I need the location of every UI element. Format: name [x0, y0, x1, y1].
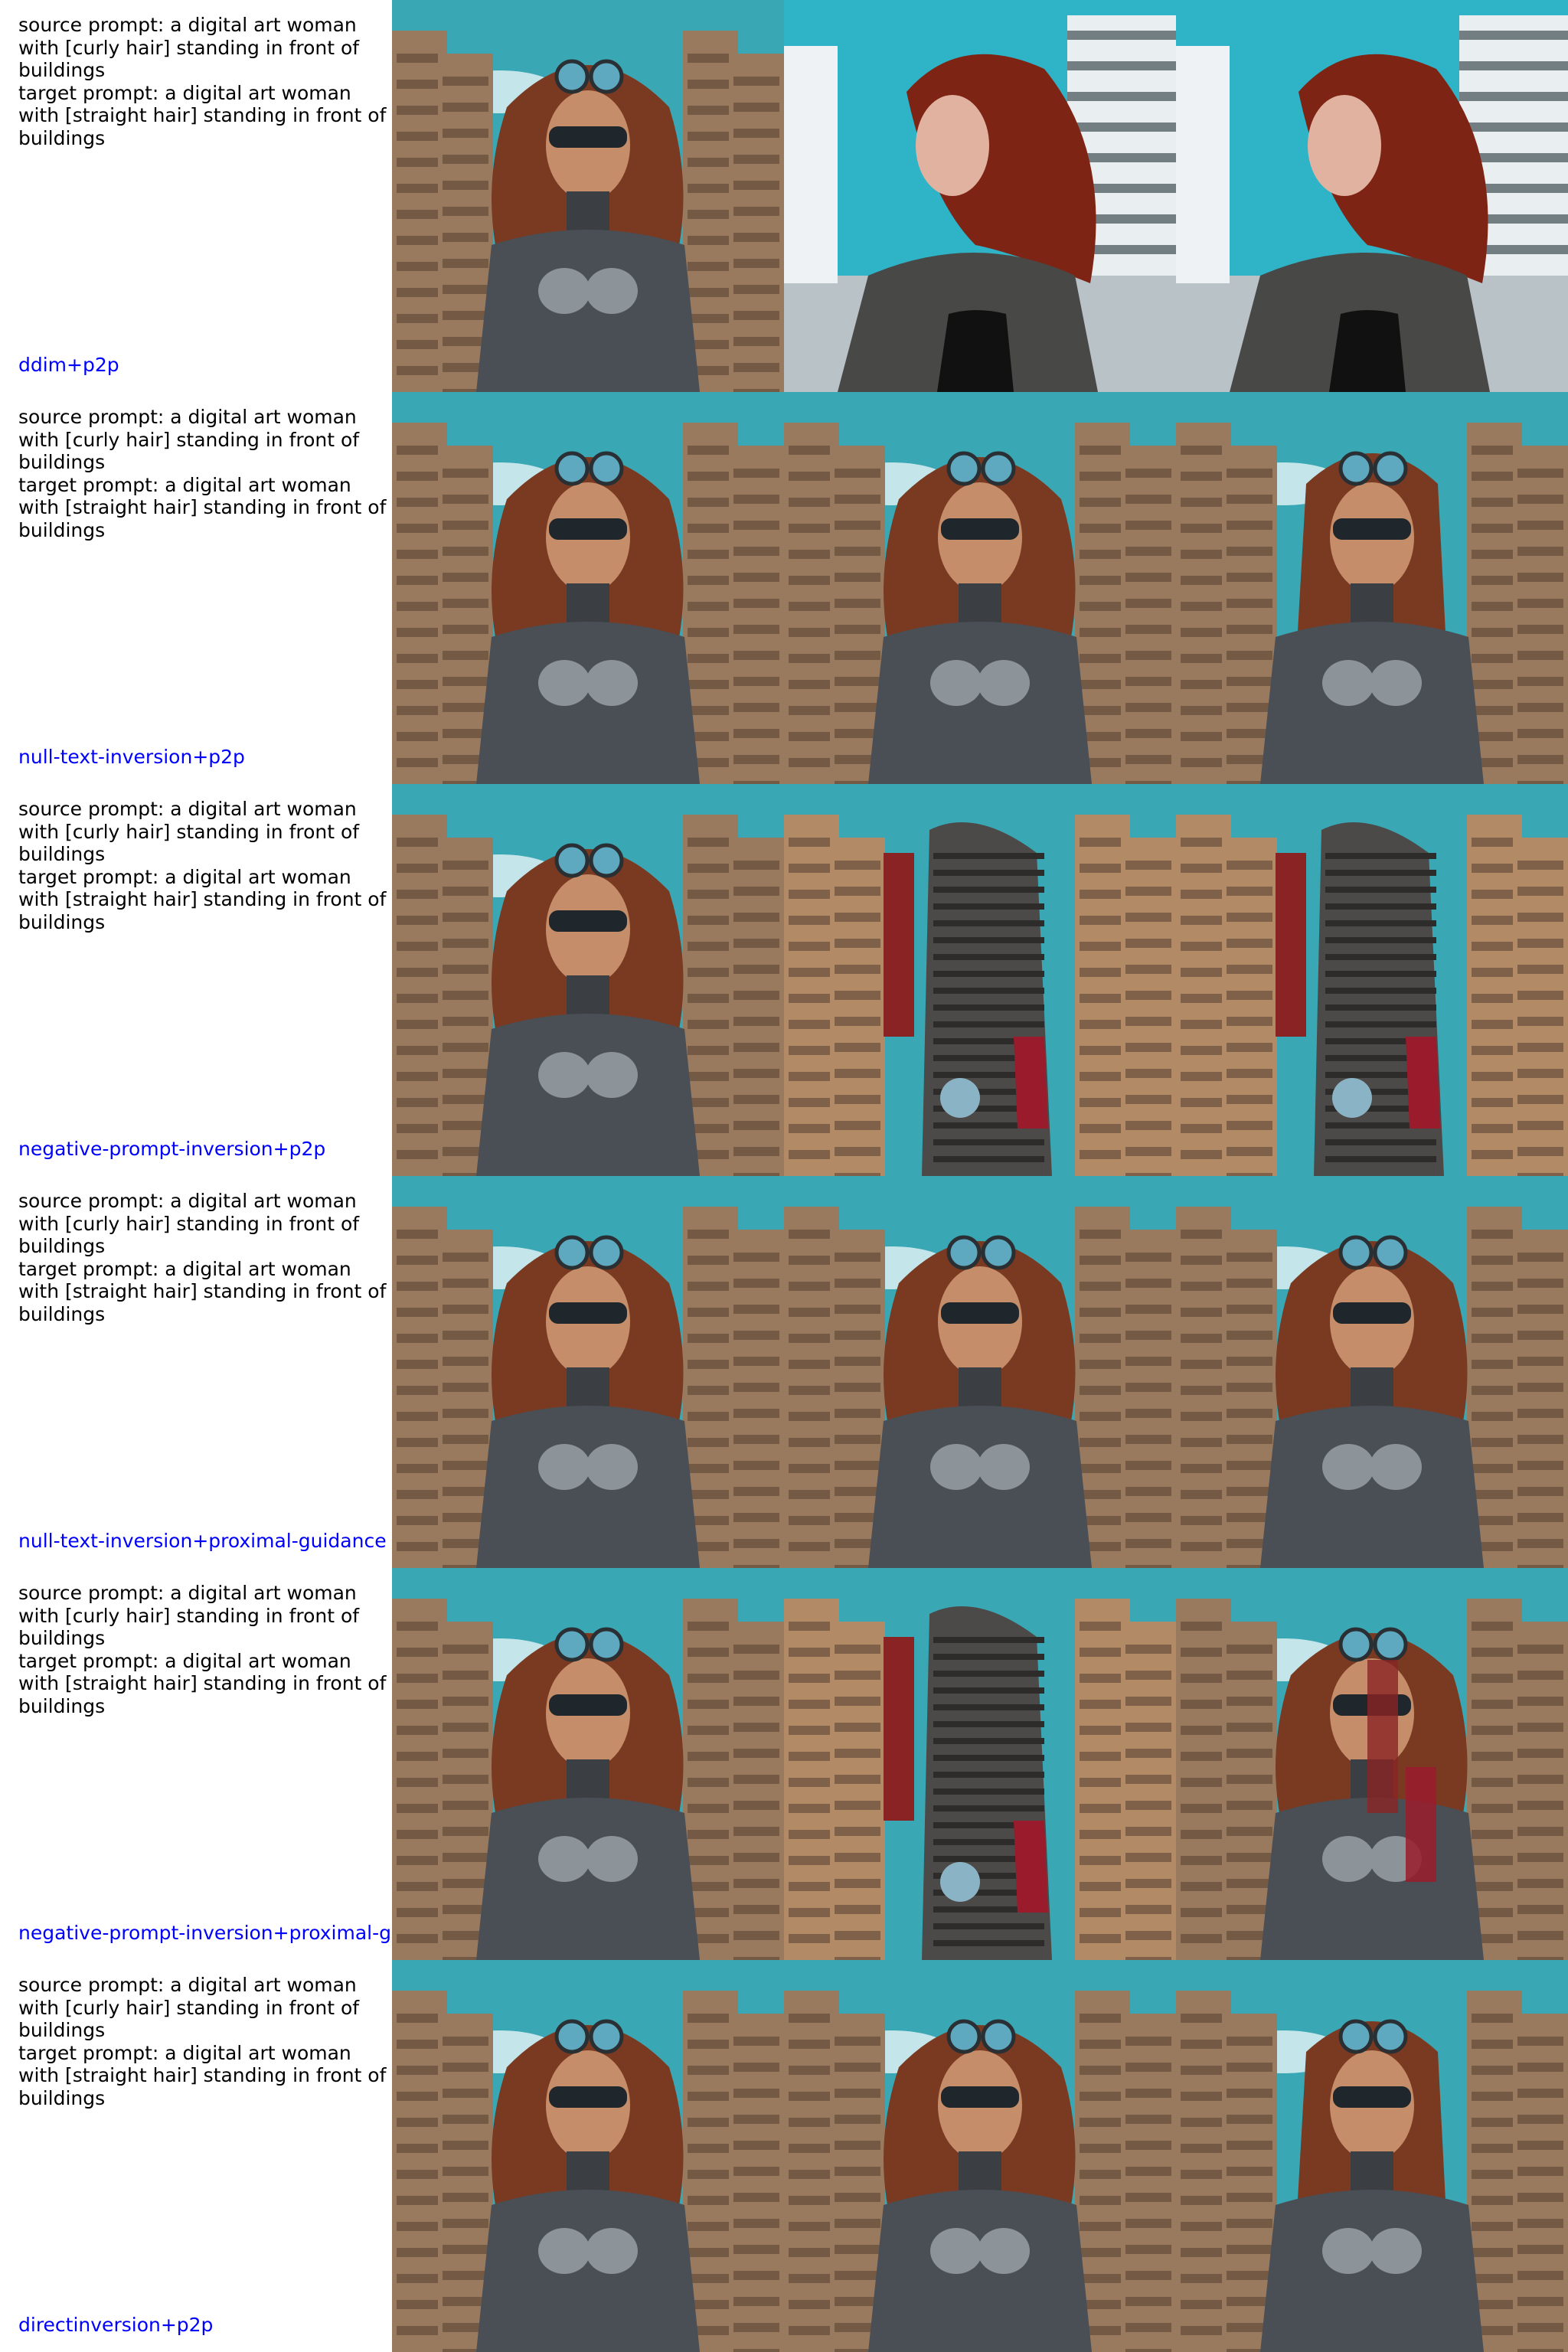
method-label: ddim+p2p — [18, 354, 119, 376]
row-label: source prompt: a digital art woman with … — [0, 0, 392, 392]
edited-image — [1176, 0, 1568, 392]
target-prompt: target prompt: a digital art woman with … — [18, 865, 387, 933]
source-image — [392, 392, 784, 784]
thumbnail-illustration — [392, 392, 784, 784]
thumbnail-illustration — [1176, 1176, 1568, 1568]
thumbnail-illustration — [1176, 392, 1568, 784]
prompt-text: source prompt: a digital art woman with … — [18, 1582, 392, 1717]
thumbnail-illustration — [392, 0, 784, 392]
thumbnail-illustration — [392, 784, 784, 1176]
source-image — [392, 784, 784, 1176]
source-image — [392, 1960, 784, 2352]
row-null-text-inversion-p2p: source prompt: a digital art woman with … — [0, 392, 1568, 784]
method-label: directinversion+p2p — [18, 2314, 214, 2336]
source-prompt: source prompt: a digital art woman with … — [18, 798, 360, 865]
thumbnail-illustration — [392, 1568, 784, 1960]
source-prompt: source prompt: a digital art woman with … — [18, 1974, 360, 2041]
prompt-text: source prompt: a digital art woman with … — [18, 1190, 392, 1325]
target-prompt: target prompt: a digital art woman with … — [18, 1257, 387, 1325]
reconstruction-image — [784, 784, 1176, 1176]
row-label: source prompt: a digital art woman with … — [0, 392, 392, 784]
thumbnail-illustration — [784, 0, 1176, 392]
target-prompt: target prompt: a digital art woman with … — [18, 2041, 387, 2109]
source-image — [392, 1176, 784, 1568]
row-ddim-p2p: source prompt: a digital art woman with … — [0, 0, 1568, 392]
row-negative-prompt-inversion-proximal-guidance: source prompt: a digital art woman with … — [0, 1568, 1568, 1960]
thumbnail-illustration — [784, 1960, 1176, 2352]
target-prompt: target prompt: a digital art woman with … — [18, 81, 387, 149]
source-prompt: source prompt: a digital art woman with … — [18, 1190, 360, 1257]
thumbnail-illustration — [392, 1960, 784, 2352]
row-null-text-inversion-proximal-guidance: source prompt: a digital art woman with … — [0, 1176, 1568, 1568]
row-label: source prompt: a digital art woman with … — [0, 784, 392, 1176]
thumbnail-illustration — [784, 1568, 1176, 1960]
source-image — [392, 0, 784, 392]
row-negative-prompt-inversion-p2p: source prompt: a digital art woman with … — [0, 784, 1568, 1176]
source-prompt: source prompt: a digital art woman with … — [18, 406, 360, 473]
method-label: negative-prompt-inversion+proximal-g — [18, 1922, 391, 1944]
thumbnail-illustration — [784, 392, 1176, 784]
thumbnail-illustration — [784, 1176, 1176, 1568]
reconstruction-image — [784, 0, 1176, 392]
thumbnail-illustration — [1176, 1960, 1568, 2352]
thumbnail-illustration — [392, 1176, 784, 1568]
edited-image — [1176, 1568, 1568, 1960]
edited-image — [1176, 784, 1568, 1176]
row-label: source prompt: a digital art woman with … — [0, 1568, 392, 1960]
reconstruction-image — [784, 392, 1176, 784]
thumbnail-illustration — [784, 784, 1176, 1176]
row-directinversion-p2p: source prompt: a digital art woman with … — [0, 1960, 1568, 2352]
prompt-text: source prompt: a digital art woman with … — [18, 798, 392, 933]
edited-image — [1176, 1176, 1568, 1568]
row-label: source prompt: a digital art woman with … — [0, 1176, 392, 1568]
prompt-text: source prompt: a digital art woman with … — [18, 1974, 392, 2109]
method-label: negative-prompt-inversion+p2p — [18, 1138, 326, 1160]
reconstruction-image — [784, 1176, 1176, 1568]
source-image — [392, 1568, 784, 1960]
comparison-grid: source prompt: a digital art woman with … — [0, 0, 1568, 2352]
reconstruction-image — [784, 1568, 1176, 1960]
source-prompt: source prompt: a digital art woman with … — [18, 1582, 360, 1649]
edited-image — [1176, 392, 1568, 784]
target-prompt: target prompt: a digital art woman with … — [18, 1649, 387, 1717]
thumbnail-illustration — [1176, 1568, 1568, 1960]
thumbnail-illustration — [1176, 784, 1568, 1176]
thumbnail-illustration — [1176, 0, 1568, 392]
target-prompt: target prompt: a digital art woman with … — [18, 473, 387, 541]
edited-image — [1176, 1960, 1568, 2352]
method-label: null-text-inversion+proximal-guidance — [18, 1530, 387, 1552]
prompt-text: source prompt: a digital art woman with … — [18, 406, 392, 541]
source-prompt: source prompt: a digital art woman with … — [18, 14, 360, 81]
row-label: source prompt: a digital art woman with … — [0, 1960, 392, 2352]
reconstruction-image — [784, 1960, 1176, 2352]
method-label: null-text-inversion+p2p — [18, 746, 245, 768]
prompt-text: source prompt: a digital art woman with … — [18, 14, 392, 149]
